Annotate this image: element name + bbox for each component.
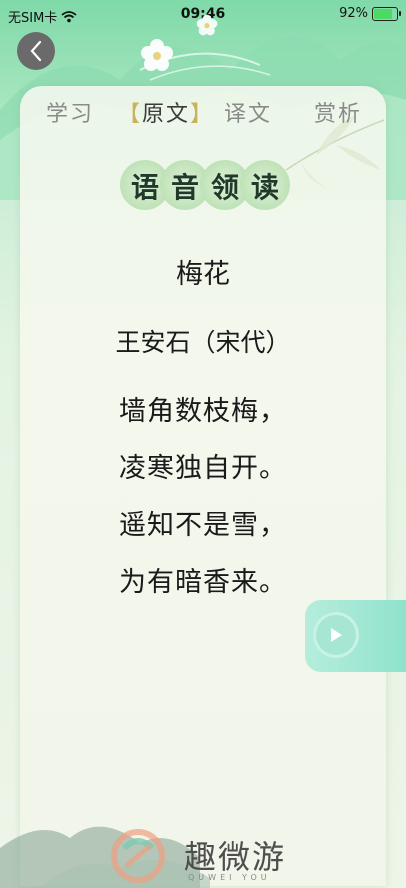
plum-flower-icon [141,39,173,71]
poem-body: 墙角数枝梅， 凌寒独自开。 遥知不是雪， 为有暗香来。 [0,392,406,620]
tab-original[interactable]: 【原文】 [118,96,214,128]
watermark-subtext: QUWEI YOU [188,873,271,882]
tab-bracket-left: 【 [118,102,143,127]
poem-line: 遥知不是雪， [119,510,287,541]
back-button[interactable] [17,32,55,70]
poem-line: 凌寒独自开。 [119,453,287,484]
tab-translation-label: 译文 [224,102,273,127]
watermark: 趣微游 QUWEI YOU [108,826,308,886]
battery-percent: 92% [339,6,368,21]
poem-line: 墙角数枝梅， [119,396,287,427]
tab-appreciation[interactable]: 赏析 [314,96,362,128]
play-icon [331,628,342,642]
chevron-left-icon [30,40,42,62]
status-right: 92% [339,6,401,21]
tab-translation[interactable]: 译文 [224,96,272,128]
tab-study-label: 学习 [46,102,95,127]
watermark-logo-icon [111,829,165,883]
poem-author: 王安石（宋代） [115,328,291,357]
tab-bar: 学习 【原文】 译文 赏析 [20,96,386,136]
battery-icon [372,6,401,21]
poem-title: 梅花 [176,259,230,290]
tab-bracket-right: 】 [190,102,215,127]
banner-char: 读 [250,171,279,204]
tab-original-label: 原文 [142,102,191,127]
voice-reading-banner[interactable]: 语 音 领 读 [120,160,290,214]
tab-study[interactable]: 学习 [46,96,94,128]
watermark-text: 趣微游 [184,838,287,876]
tab-appreciation-label: 赏析 [314,102,363,127]
plum-flower-small-icon [196,14,218,36]
play-button[interactable] [313,612,359,658]
